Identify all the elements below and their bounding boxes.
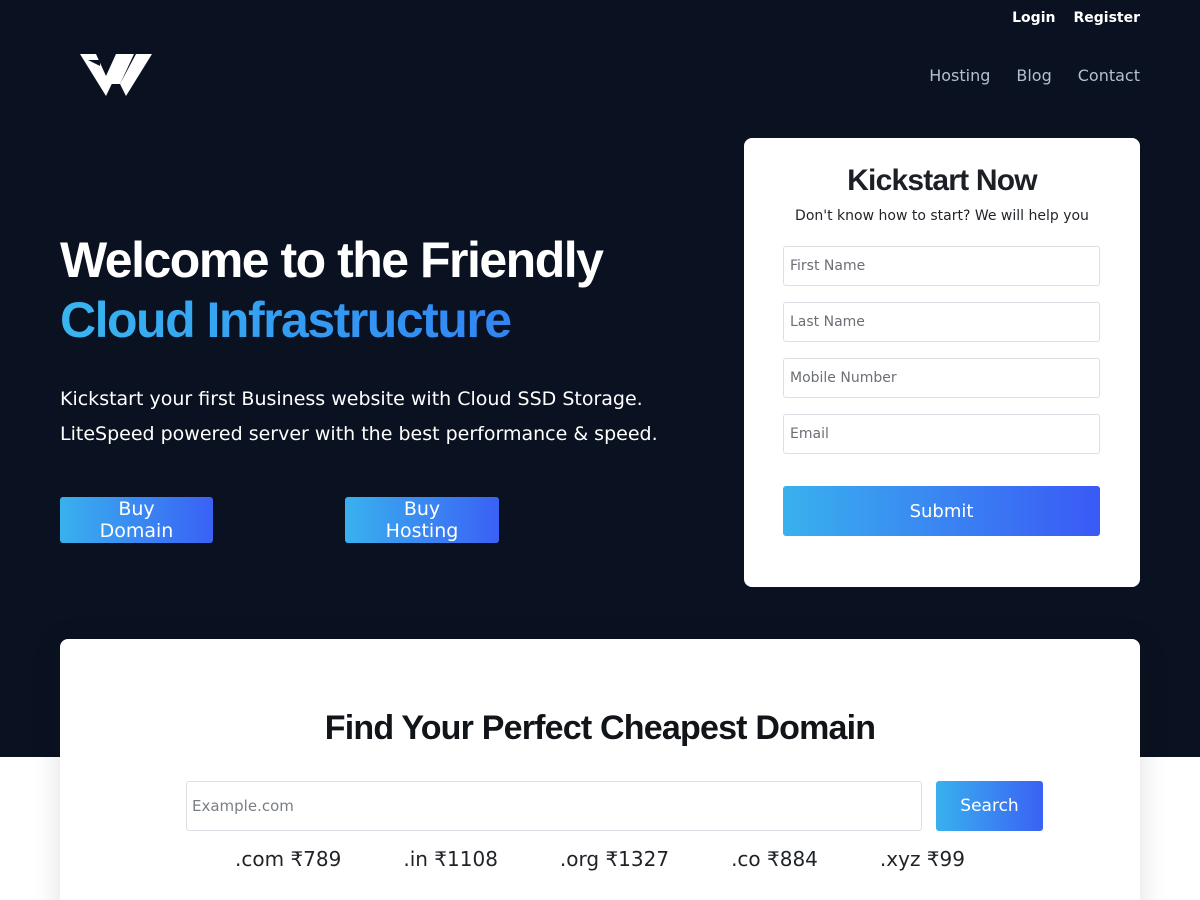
headline-line-2: Cloud Infrastructure <box>60 290 602 350</box>
email-field[interactable] <box>783 414 1100 454</box>
top-links: Login Register <box>1012 10 1140 26</box>
price-co: .co ₹884 <box>731 847 818 871</box>
register-link[interactable]: Register <box>1073 10 1140 26</box>
hero-description-line-2: LiteSpeed powered server with the best p… <box>60 423 658 445</box>
first-name-field[interactable] <box>783 246 1100 286</box>
domain-search-card: Find Your Perfect Cheapest Domain Search… <box>60 639 1140 900</box>
mobile-number-field[interactable] <box>783 358 1100 398</box>
price-com: .com ₹789 <box>235 847 342 871</box>
buy-domain-button[interactable]: Buy Domain <box>60 497 213 543</box>
form-title: Kickstart Now <box>847 164 1037 197</box>
headline-line-1: Welcome to the Friendly <box>60 232 604 288</box>
domain-price-list: .com ₹789 .in ₹1108 .org ₹1327 .co ₹884 … <box>60 847 1140 871</box>
price-xyz: .xyz ₹99 <box>879 847 965 871</box>
price-in: .in ₹1108 <box>403 847 498 871</box>
price-org: .org ₹1327 <box>559 847 670 871</box>
form-subtitle: Don't know how to start? We will help yo… <box>795 208 1089 224</box>
buy-hosting-button[interactable]: Buy Hosting <box>345 497 499 543</box>
submit-button[interactable]: Submit <box>783 486 1100 536</box>
nav-hosting[interactable]: Hosting <box>929 66 990 85</box>
w-logo-icon[interactable] <box>80 54 152 96</box>
last-name-field[interactable] <box>783 302 1100 342</box>
nav-contact[interactable]: Contact <box>1078 66 1140 85</box>
nav-blog[interactable]: Blog <box>1016 66 1051 85</box>
hero-description: Kickstart your first Business website wi… <box>60 382 658 452</box>
domain-search-button[interactable]: Search <box>936 781 1043 831</box>
domain-section-title: Find Your Perfect Cheapest Domain <box>324 709 876 747</box>
domain-search-input[interactable] <box>186 781 922 831</box>
main-nav: Hosting Blog Contact <box>929 66 1140 85</box>
kickstart-form-card: Kickstart Now Don't know how to start? W… <box>744 138 1140 587</box>
hero-headline: Welcome to the Friendly Cloud Infrastruc… <box>60 230 604 350</box>
hero-description-line-1: Kickstart your first Business website wi… <box>60 388 643 410</box>
login-link[interactable]: Login <box>1012 10 1055 26</box>
